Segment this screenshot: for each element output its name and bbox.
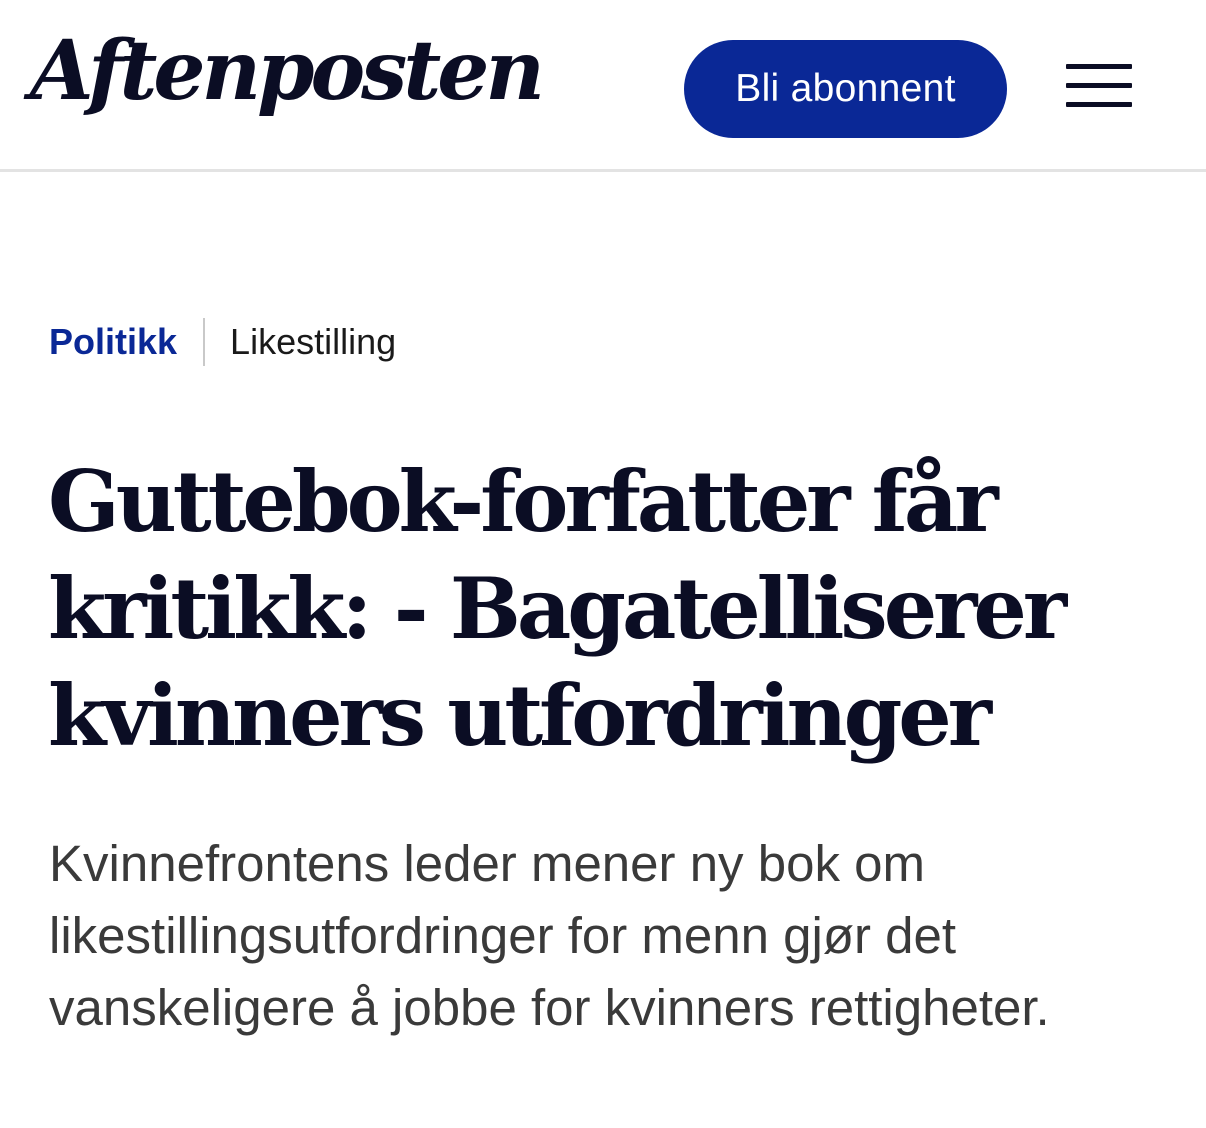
site-logo[interactable]: Aftenposten <box>30 26 545 116</box>
menu-line <box>1066 102 1132 107</box>
breadcrumb-divider <box>203 318 206 366</box>
hamburger-menu-icon[interactable] <box>1066 64 1132 110</box>
subscribe-button[interactable]: Bli abonnent <box>684 40 1007 138</box>
breadcrumb-topic-link[interactable]: Likestilling <box>230 321 396 363</box>
menu-line <box>1066 64 1132 69</box>
article-lead: Kvinnefrontens leder mener ny bok om lik… <box>49 835 1050 1036</box>
breadcrumb: Politikk Likestilling <box>49 316 396 368</box>
breadcrumb-section-link[interactable]: Politikk <box>49 321 177 363</box>
menu-line <box>1066 83 1132 88</box>
article-headline: Guttebok-forfatter får kritikk: - Bagate… <box>48 452 1067 765</box>
site-header: Aftenposten Bli abonnent <box>0 0 1206 172</box>
